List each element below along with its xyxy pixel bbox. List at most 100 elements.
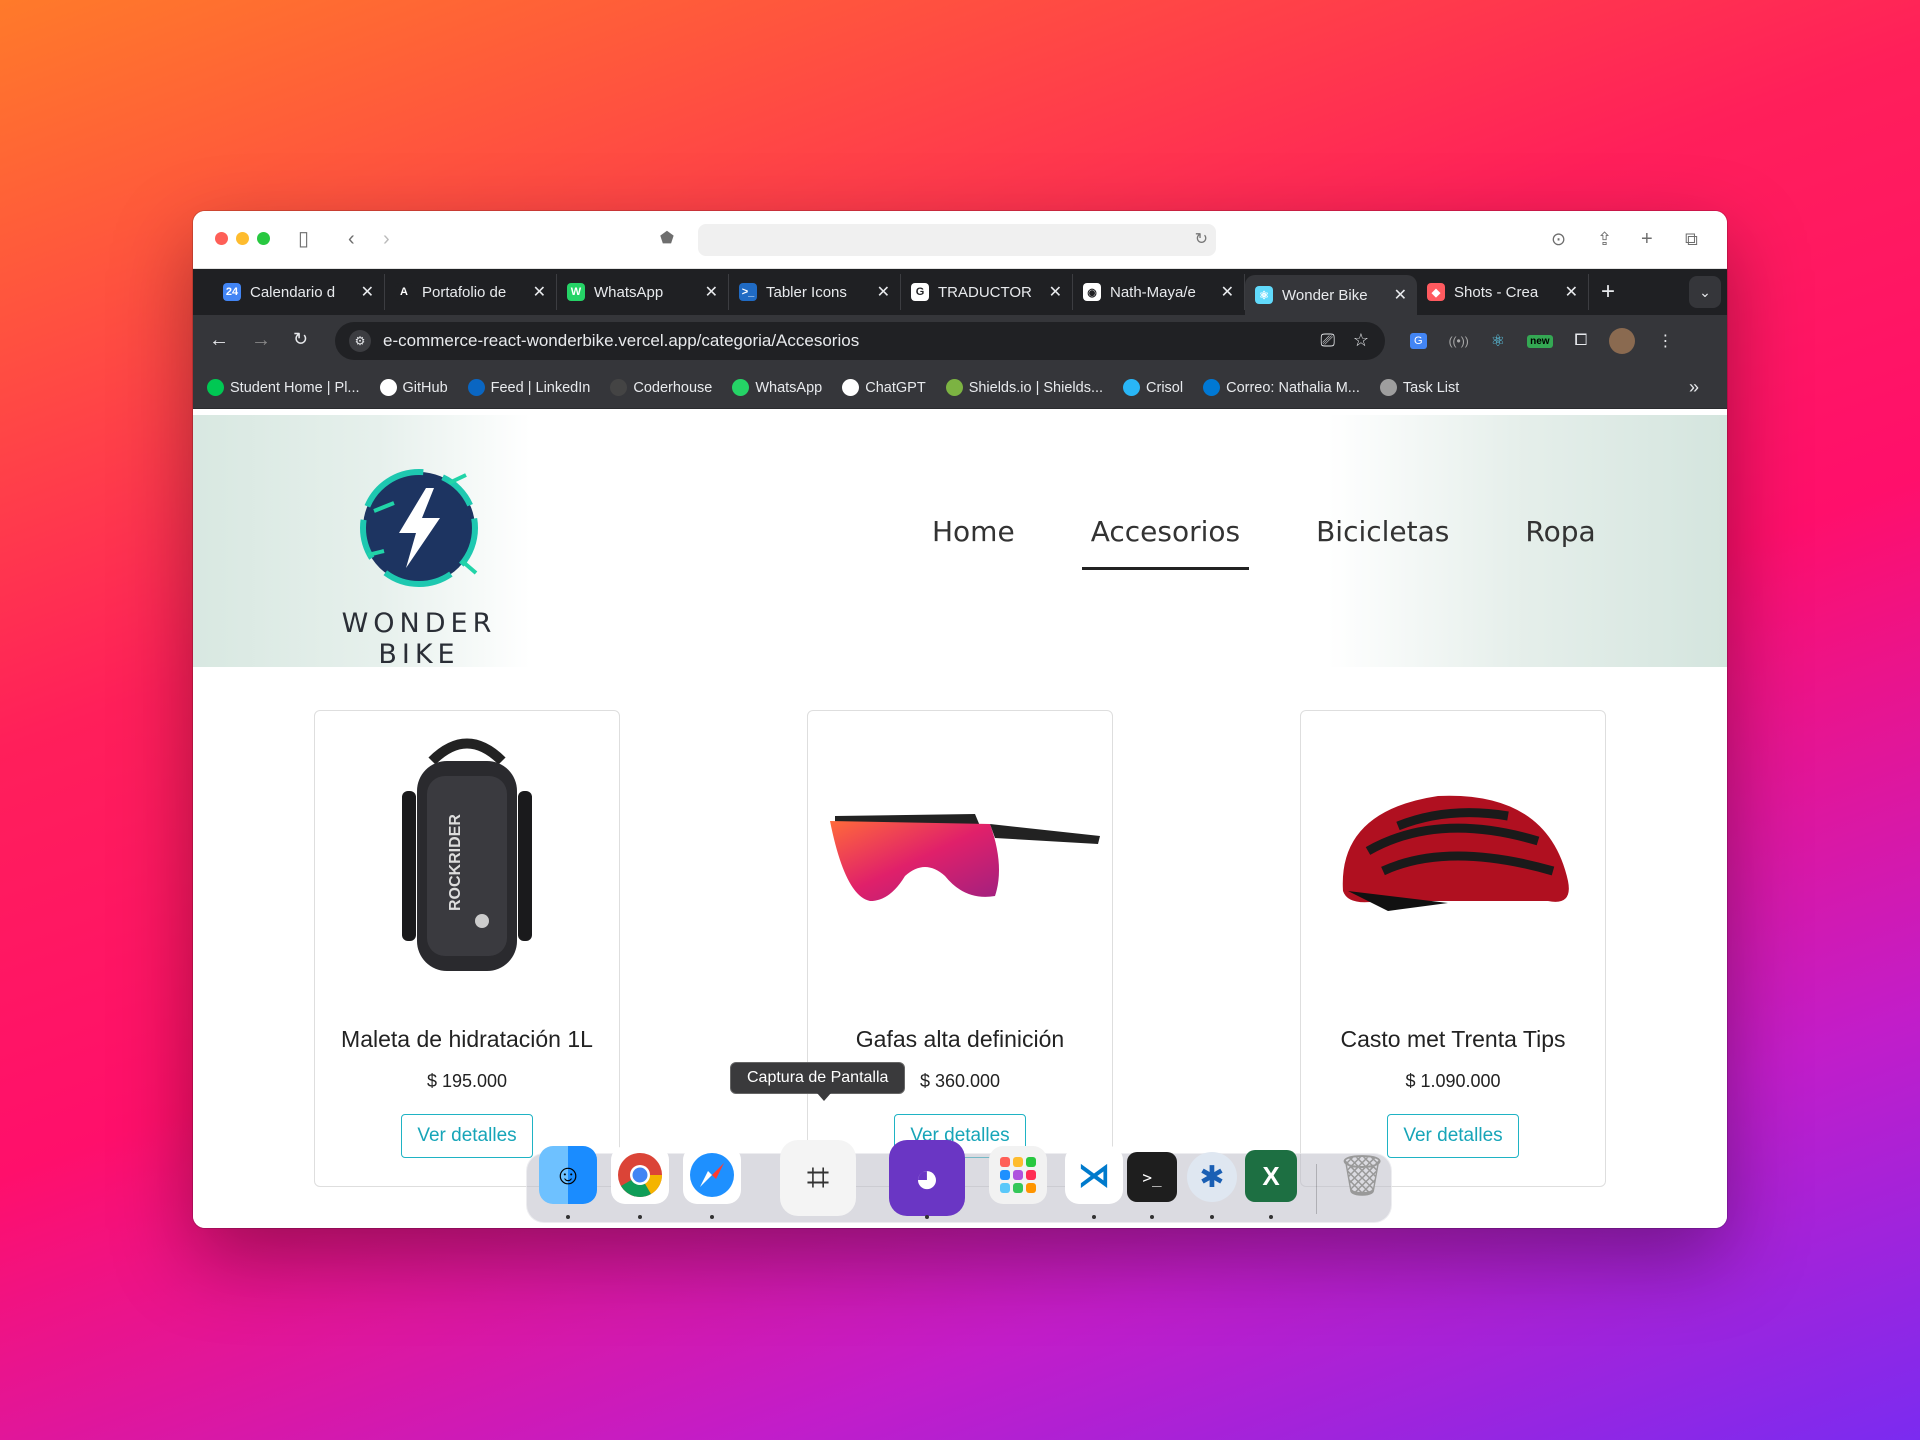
product-price: $ 1.090.000 <box>1405 1071 1501 1091</box>
bookmark-item[interactable]: Task List <box>1379 379 1459 396</box>
privacy-shield-icon[interactable]: ⬟ <box>660 227 674 251</box>
screenshot-app-icon[interactable]: ⌗ <box>780 1140 856 1216</box>
browser-tab[interactable]: W WhatsApp ✕ <box>557 274 729 310</box>
tab-search-icon[interactable]: ⌄ <box>1689 276 1721 308</box>
install-app-icon[interactable]: ⎚ <box>1320 330 1334 351</box>
close-tab-icon[interactable]: ✕ <box>1049 282 1062 302</box>
safari-icon[interactable] <box>683 1146 741 1204</box>
bookmark-item[interactable]: Coderhouse <box>610 379 712 396</box>
close-tab-icon[interactable]: ✕ <box>1394 285 1407 305</box>
sidebar-icon[interactable]: ▯ <box>298 227 309 251</box>
product-price: $ 195.000 <box>426 1071 508 1091</box>
bookmark-label: GitHub <box>402 379 448 396</box>
menu-kebab-icon[interactable]: ⋮ <box>1657 331 1673 351</box>
new-tab-icon[interactable]: + <box>1641 227 1653 251</box>
omnibox[interactable]: ⚙ e-commerce-react-wonderbike.vercel.app… <box>335 322 1385 360</box>
reload-icon[interactable]: ↻ <box>1195 229 1208 249</box>
browser-tab[interactable]: ◆ Shots - Crea ✕ <box>1417 274 1589 310</box>
sunglasses-image[interactable] <box>808 711 1112 1001</box>
browser-tab[interactable]: G TRADUCTOR ✕ <box>901 274 1073 310</box>
tabler-icon: >_ <box>739 283 757 301</box>
macos-dock: ☺ ⌗ ◕ ⋊ >_ ✱ X 🗑 <box>526 1140 1392 1223</box>
puzzle-extensions-icon[interactable]: ⧠ <box>1575 332 1588 350</box>
close-tab-icon[interactable]: ✕ <box>361 282 374 302</box>
react-devtools-icon[interactable]: ⚛ <box>1491 331 1505 351</box>
translate-extension-icon[interactable]: G <box>1410 333 1427 349</box>
product-name: Maleta de hidratación 1L <box>341 1026 593 1052</box>
close-tab-icon[interactable]: ✕ <box>705 282 718 302</box>
github-desktop-icon[interactable]: ◕ <box>889 1140 965 1216</box>
bookmark-star-icon[interactable]: ☆ <box>1353 330 1369 351</box>
bookmark-item[interactable]: GitHub <box>379 379 448 396</box>
share-icon[interactable]: ⇪ <box>1597 227 1612 251</box>
more-bookmarks-icon[interactable]: » <box>1689 377 1699 398</box>
back-arrow-icon[interactable]: ← <box>209 329 229 352</box>
close-window-button[interactable] <box>215 232 228 245</box>
browser-tab[interactable]: ⚛ Wonder Bike ✕ <box>1245 275 1417 315</box>
whatsapp-icon: W <box>567 283 585 301</box>
shots-icon: ◆ <box>1427 283 1445 301</box>
backpack-image[interactable]: ROCKRIDER <box>315 711 619 1001</box>
trash-icon[interactable]: 🗑 <box>1333 1146 1391 1204</box>
reload-icon[interactable]: ↻ <box>293 329 308 350</box>
site-info-icon[interactable]: ⚙ <box>349 330 371 352</box>
bookmark-item[interactable]: Shields.io | Shields... <box>945 379 1103 396</box>
product-card: ROCKRIDER Maleta de hidratación 1L $ 195… <box>314 710 620 1187</box>
excel-icon[interactable]: X <box>1245 1150 1297 1202</box>
bookmark-label: WhatsApp <box>755 379 823 396</box>
bookmark-item[interactable]: WhatsApp <box>732 379 822 396</box>
safari-address-field[interactable]: ↻ <box>698 224 1216 256</box>
new-tab-button[interactable]: + <box>1601 278 1615 306</box>
browser-tab[interactable]: 24 Calendario d ✕ <box>213 274 385 310</box>
lightning-logo-icon <box>360 469 478 587</box>
new-badge[interactable]: new <box>1527 334 1553 348</box>
behance-icon: A <box>395 283 413 301</box>
close-tab-icon[interactable]: ✕ <box>533 282 546 302</box>
bookmarks-bar: Student Home | Pl... GitHub Feed | LinkedI… <box>193 367 1727 409</box>
zoom-window-button[interactable] <box>257 232 270 245</box>
url-text[interactable]: e-commerce-react-wonderbike.vercel.app/c… <box>383 331 859 351</box>
forward-arrow-icon[interactable]: → <box>251 329 271 352</box>
brand-logo[interactable]: WONDER BIKE <box>309 463 529 670</box>
bookmark-item[interactable]: Student Home | Pl... <box>207 379 360 396</box>
nav-ropa[interactable]: Ropa <box>1516 515 1604 548</box>
details-button[interactable]: Ver detalles <box>1387 1114 1519 1158</box>
browser-tab[interactable]: A Portafolio de ✕ <box>385 274 557 310</box>
launchpad-icon[interactable] <box>989 1146 1047 1204</box>
finder-icon[interactable]: ☺ <box>539 1146 597 1204</box>
vscode-icon[interactable]: ⋊ <box>1065 1146 1123 1204</box>
bookmark-item[interactable]: ChatGPT <box>842 379 926 396</box>
bookmark-label: Crisol <box>1146 379 1184 396</box>
profile-avatar[interactable] <box>1609 328 1636 354</box>
bookmark-item[interactable]: Feed | LinkedIn <box>467 379 590 396</box>
bookmark-label: ChatGPT <box>865 379 926 396</box>
tab-title: Tabler Icons <box>766 283 847 301</box>
bookmark-item[interactable]: Correo: Nathalia M... <box>1203 379 1360 396</box>
terminal-icon[interactable]: >_ <box>1127 1152 1177 1202</box>
tab-overview-icon[interactable]: ⧉ <box>1685 227 1698 251</box>
disk-utility-icon[interactable]: ✱ <box>1187 1152 1237 1202</box>
nav-bicicletas[interactable]: Bicicletas <box>1307 515 1458 548</box>
bookmark-favicon-icon <box>842 379 860 396</box>
bookmark-item[interactable]: Crisol <box>1123 379 1183 396</box>
browser-tab[interactable]: ◉ Nath-Maya/e ✕ <box>1073 274 1245 310</box>
tab-title: TRADUCTOR <box>938 283 1032 301</box>
downloads-icon[interactable]: ⊙ <box>1551 227 1566 251</box>
bookmark-favicon-icon <box>1123 379 1141 396</box>
close-tab-icon[interactable]: ✕ <box>1221 282 1234 302</box>
broadcast-extension-icon[interactable]: ((•)) <box>1449 334 1469 348</box>
nav-accesorios[interactable]: Accesorios <box>1081 515 1250 570</box>
helmet-image[interactable] <box>1301 711 1605 1001</box>
details-button[interactable]: Ver detalles <box>401 1114 533 1158</box>
running-indicator <box>1150 1215 1154 1219</box>
browser-tab[interactable]: >_ Tabler Icons ✕ <box>729 274 901 310</box>
close-tab-icon[interactable]: ✕ <box>1565 282 1578 302</box>
chrome-icon[interactable] <box>611 1146 669 1204</box>
back-icon[interactable]: ‹ <box>348 227 355 251</box>
minimize-window-button[interactable] <box>236 232 249 245</box>
web-page: WONDER BIKE Home Accesorios Bicicletas R… <box>193 415 1727 1228</box>
nav-home[interactable]: Home <box>923 515 1024 548</box>
forward-icon[interactable]: › <box>383 227 390 251</box>
close-tab-icon[interactable]: ✕ <box>877 282 890 302</box>
product-name: Casto met Trenta Tips <box>1340 1026 1566 1052</box>
